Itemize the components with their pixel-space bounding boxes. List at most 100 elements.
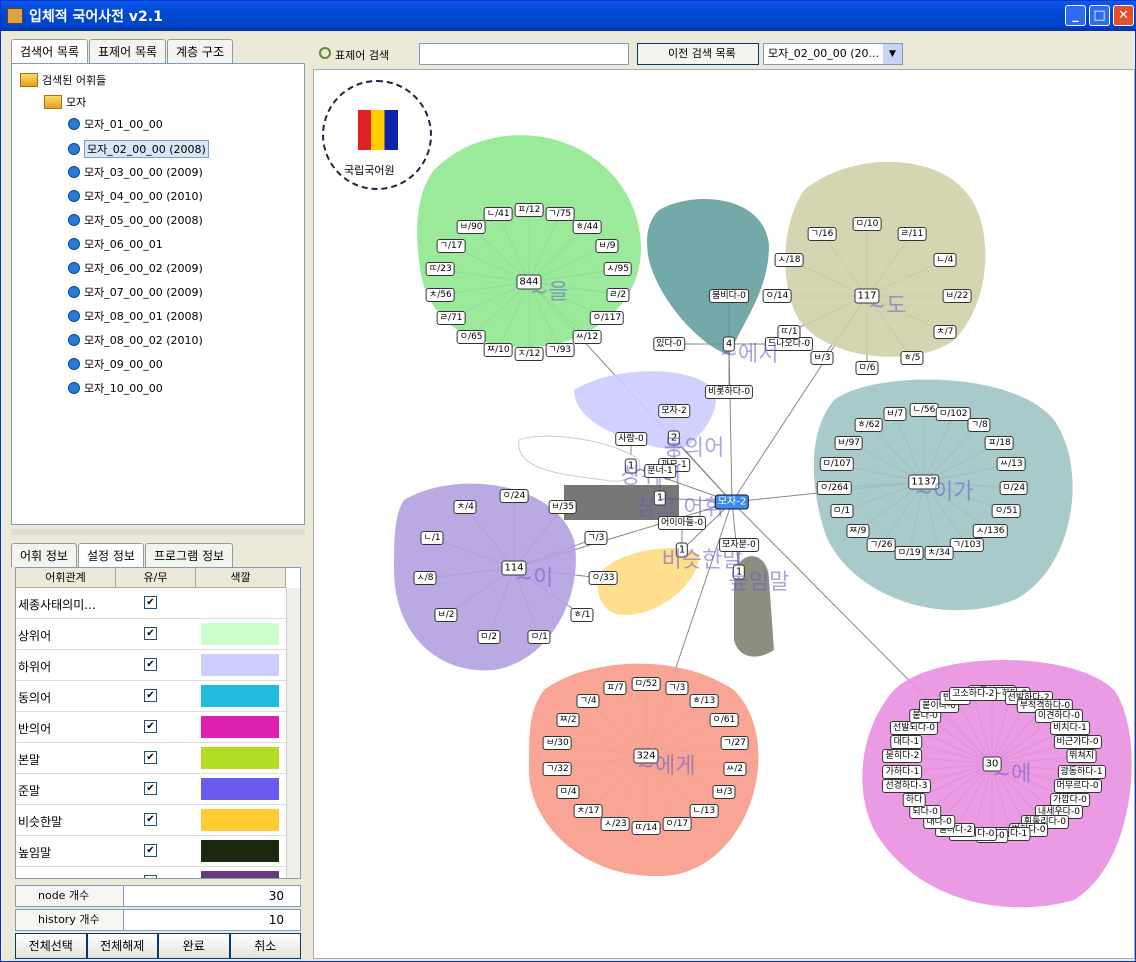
- graph-node[interactable]: ㅊ/17: [573, 804, 603, 819]
- cancel-button[interactable]: 취소: [229, 933, 301, 959]
- graph-node[interactable]: ㅁ/10: [852, 217, 882, 231]
- history-button[interactable]: 이전 검색 목록: [637, 43, 759, 65]
- graph-node[interactable]: ㅆ/13: [996, 457, 1026, 472]
- graph-node[interactable]: ㅎ/13: [689, 693, 719, 708]
- color-swatch[interactable]: [201, 592, 279, 614]
- graph-node[interactable]: ㅎ/5: [900, 351, 924, 366]
- enabled-checkbox[interactable]: ✔: [144, 813, 157, 826]
- graph-node[interactable]: ㅂ/30: [542, 736, 572, 751]
- graph-node[interactable]: ㅅ/136: [972, 523, 1008, 538]
- graph-node[interactable]: ㄱ/4: [576, 693, 600, 708]
- graph-node[interactable]: ㅈ/12: [514, 347, 544, 361]
- graph-node[interactable]: ㅁ/1: [830, 503, 854, 518]
- tab-headword-list[interactable]: 표제어 목록: [89, 39, 167, 63]
- graph-node[interactable]: ㄱ/26: [866, 538, 896, 553]
- tree-item[interactable]: 모자_10_00_00: [68, 380, 163, 396]
- graph-node[interactable]: ㄴ/41: [483, 207, 513, 222]
- tree-item[interactable]: 모자_04_00_00 (2010): [68, 188, 203, 204]
- graph-node[interactable]: ㄱ/32: [542, 761, 572, 776]
- graph-node[interactable]: ㅊ/7: [933, 325, 957, 339]
- enabled-checkbox[interactable]: ✔: [144, 658, 157, 671]
- enabled-checkbox[interactable]: ✔: [144, 720, 157, 733]
- tree-item[interactable]: 모자_03_00_00 (2009): [68, 164, 203, 180]
- minimize-button[interactable]: _: [1065, 5, 1086, 26]
- tree-root[interactable]: 검색된 어휘들: [20, 72, 106, 88]
- color-swatch[interactable]: [201, 623, 279, 645]
- enabled-checkbox[interactable]: ✔: [144, 782, 157, 795]
- graph-node[interactable]: 고소하다-2: [949, 686, 998, 701]
- history-count-spinner[interactable]: history 개수 10: [15, 909, 301, 931]
- graph-node[interactable]: 광동하다-1: [1057, 764, 1106, 779]
- node-count-spinner[interactable]: node 개수 30: [15, 885, 301, 907]
- title-bar[interactable]: 입체적 국어사전 v2.1 _ □ ✕: [1, 1, 1136, 31]
- graph-node[interactable]: ㄱ/27: [720, 736, 750, 751]
- graph-node[interactable]: ㅅ/18: [774, 253, 804, 267]
- graph-node[interactable]: 가하다-1: [882, 764, 923, 779]
- graph-node[interactable]: ㅉ/10: [483, 342, 513, 357]
- graph-node[interactable]: 하다: [902, 793, 926, 807]
- graph-canvas[interactable]: ㅍ/12 ㄱ/75 ㅎ/44 ㅂ/9 ㅅ/95 ㄹ/2 ㅇ/117 ㅆ/12 ㄱ/93 ㅈ/12 ㅉ…: [313, 69, 1135, 959]
- graph-node[interactable]: ㅂ/7: [883, 406, 907, 421]
- graph-node[interactable]: ㅍ/12: [514, 203, 544, 217]
- graph-node[interactable]: 묻히다-2: [882, 749, 923, 764]
- color-swatch[interactable]: [201, 778, 279, 800]
- color-swatch[interactable]: [201, 654, 279, 676]
- graph-node[interactable]: ㅁ/102: [935, 406, 971, 421]
- tree-item[interactable]: 모자_09_00_00: [68, 356, 163, 372]
- close-button[interactable]: ✕: [1113, 5, 1134, 26]
- graph-node[interactable]: 사람-0: [615, 431, 647, 446]
- tab-settings[interactable]: 설정 정보: [77, 543, 144, 567]
- graph-node[interactable]: ㅉ/2: [556, 713, 580, 727]
- graph-node[interactable]: ㅇ/264: [817, 480, 852, 495]
- graph-node[interactable]: 되다-0: [909, 805, 941, 820]
- graph-node[interactable]: ㅁ/52: [631, 677, 661, 691]
- graph-node[interactable]: ㅁ/107: [819, 457, 854, 472]
- enabled-checkbox[interactable]: ✔: [144, 875, 157, 878]
- graph-node[interactable]: 붐비다-0: [709, 289, 749, 303]
- graph-node[interactable]: ㅅ/8: [413, 571, 437, 586]
- graph-node[interactable]: ㅇ/17: [662, 816, 692, 831]
- graph-node[interactable]: ㅁ/6: [855, 361, 879, 375]
- graph-node[interactable]: 비근가다-0: [1053, 734, 1102, 749]
- graph-node[interactable]: ㅇ/65: [456, 330, 486, 345]
- graph-node[interactable]: ㄴ/4: [933, 253, 957, 267]
- graph-node[interactable]: ㄸ/23: [425, 262, 455, 277]
- graph-node[interactable]: ㅇ/24: [499, 489, 529, 503]
- graph-node[interactable]: ㅊ/4: [453, 500, 477, 515]
- tree-item[interactable]: 모자_08_00_01 (2008): [68, 308, 203, 324]
- search-input[interactable]: [419, 43, 629, 65]
- graph-node[interactable]: ㄱ/3: [665, 681, 689, 696]
- graph-node[interactable]: ㅇ/61: [709, 713, 739, 727]
- tab-search-list[interactable]: 검색어 목록: [11, 39, 89, 63]
- done-button[interactable]: 완료: [158, 933, 230, 959]
- graph-node[interactable]: ㅁ/24: [999, 480, 1029, 495]
- graph-node[interactable]: ㅎ/62: [854, 418, 884, 433]
- graph-node[interactable]: ㅂ/9: [595, 239, 619, 253]
- graph-node[interactable]: ㅍ/7: [603, 681, 627, 696]
- center-node[interactable]: 모자-2: [714, 494, 750, 510]
- graph-node[interactable]: 선경하다-3: [882, 779, 931, 794]
- graph-node[interactable]: ㅆ/12: [572, 330, 602, 345]
- graph-node[interactable]: ㅅ/23: [600, 816, 630, 831]
- tree-item[interactable]: 모자_05_00_00 (2008): [68, 212, 203, 228]
- enabled-checkbox[interactable]: ✔: [144, 751, 157, 764]
- graph-node[interactable]: ㅂ/3: [712, 785, 736, 799]
- graph-node[interactable]: ㅊ/34: [924, 546, 954, 561]
- graph-node[interactable]: ㅇ/33: [588, 571, 618, 586]
- graph-node[interactable]: 비치다-1: [1050, 721, 1090, 735]
- graph-node[interactable]: ㅂ/22: [942, 289, 972, 303]
- table-scrollbar[interactable]: [286, 588, 300, 878]
- graph-node[interactable]: ㅎ/44: [572, 219, 602, 234]
- graph-node[interactable]: ㅂ/2: [434, 608, 458, 623]
- graph-node[interactable]: ㅍ/18: [984, 435, 1014, 450]
- graph-node[interactable]: ㅂ/97: [834, 435, 864, 450]
- graph-node[interactable]: 분너-1: [644, 463, 676, 478]
- graph-node[interactable]: ㅇ/117: [589, 311, 625, 325]
- graph-node[interactable]: ㅇ/51: [992, 503, 1021, 518]
- graph-node[interactable]: ㅎ/1: [570, 608, 594, 623]
- graph-node[interactable]: 뛰쳐지: [1066, 749, 1097, 764]
- graph-node[interactable]: ㄱ/3: [584, 531, 608, 546]
- graph-node[interactable]: 대다-1: [890, 734, 923, 749]
- color-swatch[interactable]: [201, 871, 279, 878]
- graph-node[interactable]: ㅇ/14: [762, 289, 792, 303]
